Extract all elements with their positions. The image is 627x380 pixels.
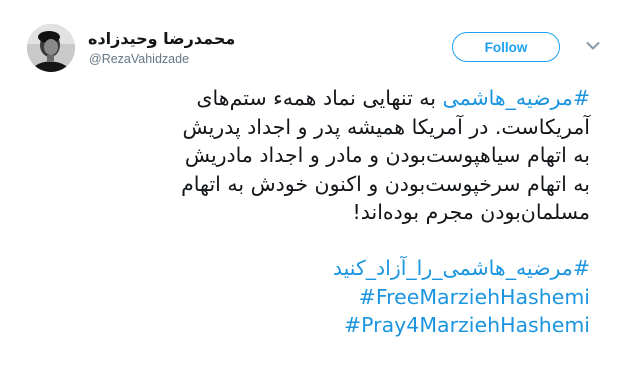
- tweet-line-5: مسلمان‌بودن مجرم بوده‌اند!: [352, 200, 590, 225]
- tweet-line-1: #مرضیه_هاشمی به تنهایی نماد همهء ستم‌های: [30, 84, 590, 113]
- tweet-line-1-text: به تنهایی نماد همهء ستم‌های: [196, 86, 443, 110]
- hashtag-free-marzieh-hashemi[interactable]: #FreeMarziehHashemi: [359, 285, 590, 309]
- author-avatar[interactable]: [27, 24, 75, 72]
- hashtag-free-marzieh-fa[interactable]: #مرضیه_هاشمی_را_آزاد_کنید: [333, 256, 590, 280]
- author-handle[interactable]: @RezaVahidzade: [89, 52, 189, 66]
- tweet-card: محمدرضا وحیدزاده @RezaVahidzade Follow #…: [0, 0, 627, 380]
- hashtag-marzieh-hashemi[interactable]: #مرضیه_هاشمی: [443, 86, 590, 110]
- hashtag-line-1: #مرضیه_هاشمی_را_آزاد_کنید: [30, 254, 590, 283]
- chevron-down-icon[interactable]: [586, 41, 600, 51]
- tweet-text: #مرضیه_هاشمی به تنهایی نماد همهء ستم‌های…: [30, 84, 590, 340]
- profile-photo-icon: [27, 24, 75, 72]
- follow-button[interactable]: Follow: [452, 32, 560, 62]
- tweet-line-2: آمریکاست. در آمریکا همیشه پدر و اجداد پد…: [182, 114, 590, 139]
- hashtag-line-3: #Pray4MarziehHashemi: [30, 311, 590, 340]
- hashtag-line-2: #FreeMarziehHashemi: [30, 283, 590, 312]
- author-display-name[interactable]: محمدرضا وحیدزاده: [88, 29, 235, 48]
- hashtag-pray4-marzieh-hashemi[interactable]: #Pray4MarziehHashemi: [344, 313, 590, 337]
- tweet-line-4: به اتهام سرخپوست‌بودن و اکنون خودش به ات…: [181, 171, 590, 196]
- tweet-spacer: [30, 227, 590, 254]
- tweet-line-3: به اتهام سیاهپوست‌بودن و مادر و اجداد ما…: [184, 143, 590, 168]
